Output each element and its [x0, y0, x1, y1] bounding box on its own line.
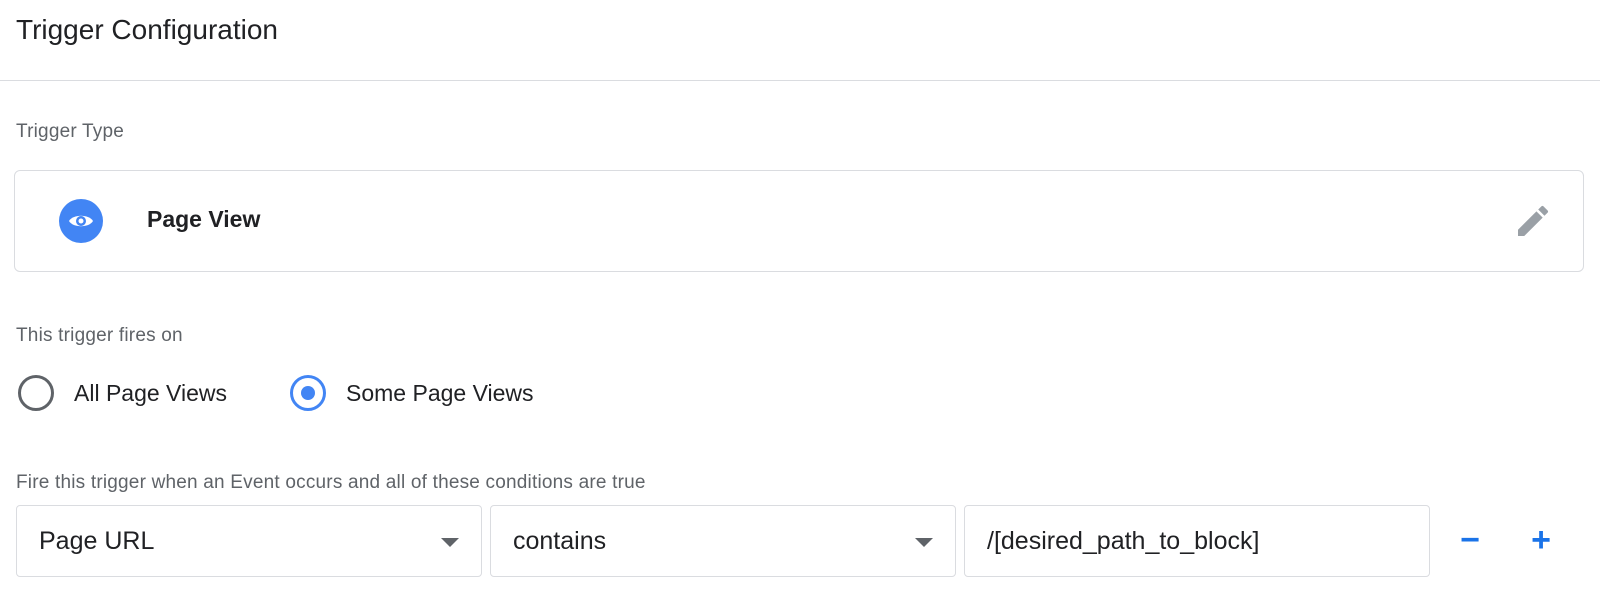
variable-select[interactable]: Page URL [16, 505, 482, 577]
radio-label: Some Page Views [346, 380, 534, 406]
chevron-down-icon [441, 538, 459, 547]
conditions-label: Fire this trigger when an Event occurs a… [16, 472, 646, 493]
condition-value-input[interactable] [965, 506, 1429, 576]
eye-icon [59, 199, 103, 243]
remove-condition-button[interactable]: − [1448, 518, 1492, 562]
radio-unchecked-icon [18, 375, 54, 411]
radio-some-page-views[interactable]: Some Page Views [288, 373, 558, 413]
variable-select-value: Page URL [39, 527, 155, 555]
condition-value-field[interactable] [964, 505, 1430, 577]
trigger-type-label: Trigger Type [16, 121, 125, 142]
trigger-type-name: Page View [147, 206, 261, 232]
pencil-icon[interactable] [1513, 201, 1553, 241]
trigger-type-card[interactable]: Page View [14, 170, 1584, 272]
header-bar: Trigger Configuration [0, 0, 1600, 81]
radio-label: All Page Views [74, 380, 227, 406]
radio-checked-icon [290, 375, 326, 411]
add-condition-button[interactable]: + [1519, 518, 1563, 562]
radio-dot [301, 386, 315, 400]
radio-all-page-views[interactable]: All Page Views [16, 373, 246, 413]
page-title: Trigger Configuration [16, 14, 278, 45]
chevron-down-icon [915, 538, 933, 547]
fires-on-label: This trigger fires on [16, 325, 183, 346]
operator-select-value: contains [513, 527, 607, 555]
operator-select[interactable]: contains [490, 505, 956, 577]
